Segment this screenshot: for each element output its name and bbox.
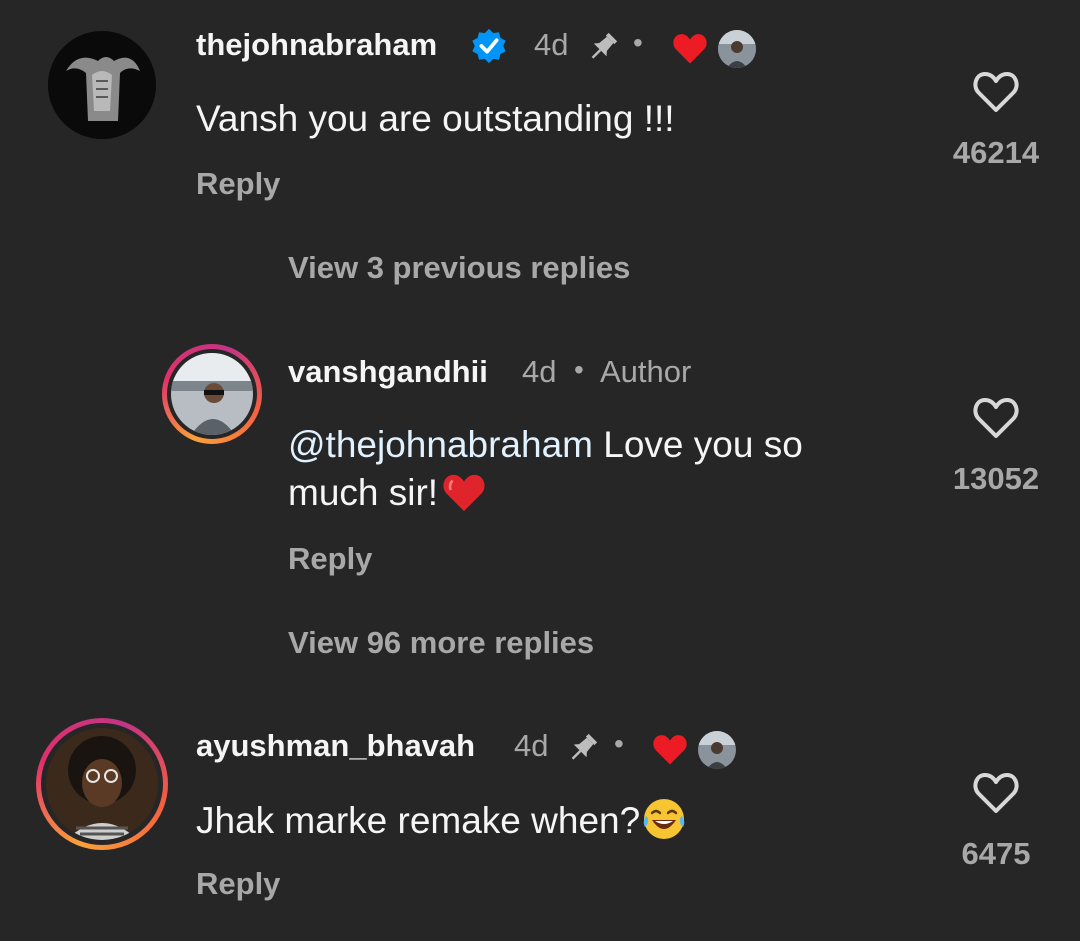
- view-more-replies-button[interactable]: View 96 more replies: [288, 625, 594, 661]
- separator-dot: •: [633, 27, 643, 58]
- comment-text-part: Jhak marke remake when?: [196, 800, 641, 841]
- reply-button[interactable]: Reply: [196, 866, 280, 902]
- comment-username[interactable]: thejohnabraham: [196, 27, 437, 63]
- reply-button[interactable]: Reply: [196, 166, 280, 202]
- avatar-image: [46, 728, 158, 840]
- comment-time: 4d: [534, 27, 569, 62]
- avatar-image: [171, 353, 253, 435]
- laughing-emoji-icon: [643, 799, 685, 839]
- comment-text: @thejohnabraham Love you so much sir!: [288, 421, 908, 517]
- comment-text-part: Love you so: [592, 424, 803, 465]
- separator-dot: •: [614, 728, 624, 759]
- comment-time: 4d: [522, 354, 557, 389]
- verified-badge-icon: [472, 28, 506, 64]
- like-count: 46214: [952, 135, 1040, 170]
- creator-mini-avatar: [718, 30, 756, 68]
- pin-icon: [571, 733, 598, 760]
- like-count: 6475: [961, 836, 1031, 871]
- avatar-thejohnabraham[interactable]: [48, 31, 156, 139]
- heart-emoji-icon: [443, 474, 485, 512]
- comment-text-part: much sir!: [288, 472, 439, 513]
- creator-mini-avatar: [698, 731, 736, 769]
- pin-icon: [591, 32, 618, 59]
- avatar-vanshgandhii[interactable]: [171, 353, 253, 435]
- avatar-image: [48, 31, 156, 139]
- heart-filled-icon: [673, 34, 707, 64]
- author-label: Author: [600, 354, 692, 389]
- comment-username[interactable]: ayushman_bhavah: [196, 728, 475, 764]
- like-count: 13052: [952, 461, 1040, 496]
- heart-outline-icon[interactable]: [972, 396, 1020, 440]
- mention-link[interactable]: @thejohnabraham: [288, 424, 593, 465]
- comment-text: Vansh you are outstanding !!!: [196, 98, 675, 139]
- view-previous-replies-button[interactable]: View 3 previous replies: [288, 250, 630, 286]
- heart-filled-icon: [653, 735, 687, 765]
- comment-text: Jhak marke remake when?: [196, 796, 687, 845]
- comment-time: 4d: [514, 728, 549, 763]
- heart-outline-icon[interactable]: [972, 70, 1020, 114]
- avatar-ayushman-bhavah[interactable]: [46, 728, 158, 840]
- reply-button[interactable]: Reply: [288, 541, 372, 577]
- heart-outline-icon[interactable]: [972, 771, 1020, 815]
- separator-dot: •: [574, 354, 584, 385]
- comment-username[interactable]: vanshgandhii: [288, 354, 488, 390]
